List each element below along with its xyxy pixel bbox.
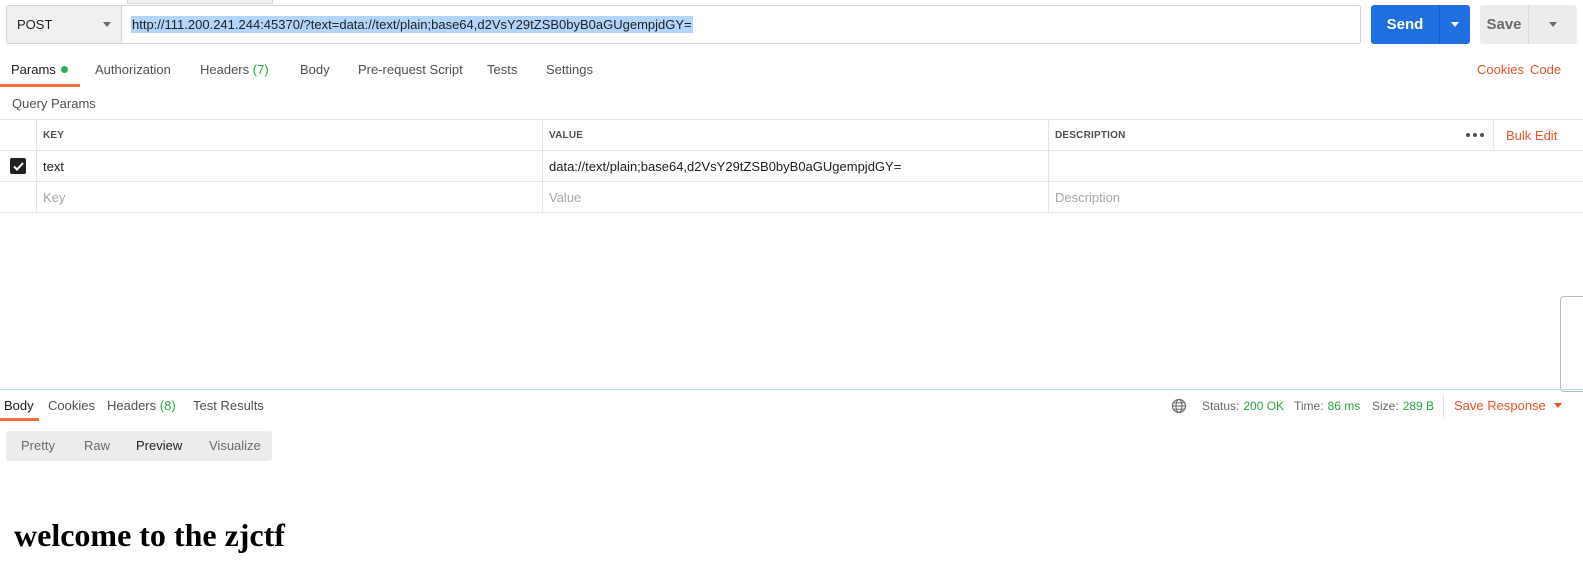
view-pretty-button[interactable]: Pretty <box>21 438 55 453</box>
code-link[interactable]: Code <box>1530 62 1561 77</box>
empty-checkbox-cell <box>0 182 36 212</box>
response-tab-test-results[interactable]: Test Results <box>193 398 264 413</box>
response-tab-cookies[interactable]: Cookies <box>48 398 95 413</box>
tab-pre-request-script[interactable]: Pre-request Script <box>358 62 463 77</box>
bulk-edit-link[interactable]: Bulk Edit <box>1493 120 1583 150</box>
time-info[interactable]: Time: 86 ms <box>1294 399 1360 413</box>
column-description: DESCRIPTION <box>1048 120 1460 150</box>
tab-params[interactable]: Params <box>11 62 68 77</box>
view-mode-bar: Pretty Raw Preview Visualize <box>6 431 272 461</box>
response-tab-headers-label: Headers <box>107 398 157 413</box>
request-tabs: Params Authorization Headers (7) Body Pr… <box>0 57 1583 87</box>
view-raw-button[interactable]: Raw <box>84 438 110 453</box>
new-description-input[interactable]: Description <box>1048 182 1460 212</box>
url-input[interactable]: http://111.200.241.244:45370/?text=data:… <box>121 5 1361 44</box>
more-options-button[interactable] <box>1460 120 1490 150</box>
params-table: KEY VALUE DESCRIPTION Bulk Edit text dat… <box>0 119 1583 213</box>
method-select[interactable]: POST <box>6 5 121 44</box>
send-options-button[interactable] <box>1440 22 1470 27</box>
param-value: data://text/plain;base64,d2VsY29tZSB0byB… <box>549 158 902 174</box>
chevron-down-icon <box>1451 22 1459 27</box>
headers-count: (7) <box>252 62 269 77</box>
param-value-input[interactable]: data://text/plain;base64,d2VsY29tZSB0byB… <box>542 151 1048 181</box>
save-options-button[interactable] <box>1529 22 1577 27</box>
pane-divider[interactable] <box>0 389 1583 390</box>
new-value-input[interactable]: Value <box>542 182 1048 212</box>
time-label: Time: <box>1294 399 1324 413</box>
save-response-label: Save Response <box>1454 398 1546 413</box>
param-key-input[interactable]: text <box>36 151 542 181</box>
new-key-input[interactable]: Key <box>36 182 542 212</box>
view-visualize-button[interactable]: Visualize <box>209 438 261 453</box>
header-checkbox-cell <box>0 120 36 150</box>
status-label: Status: <box>1202 399 1240 413</box>
active-dot-icon <box>60 66 68 73</box>
send-label: Send <box>1386 16 1424 33</box>
tab-settings[interactable]: Settings <box>546 62 593 77</box>
tab-authorization-label: Authorization <box>95 62 171 77</box>
view-preview-button[interactable]: Preview <box>136 438 182 453</box>
param-checkbox[interactable] <box>0 151 36 181</box>
save-label: Save <box>1486 16 1522 33</box>
response-headers-count: (8) <box>159 398 176 413</box>
tab-headers-label: Headers <box>200 62 250 77</box>
url-text: http://111.200.241.244:45370/?text=data:… <box>131 16 693 33</box>
request-bar: POST http://111.200.241.244:45370/?text=… <box>6 0 1577 45</box>
tab-authorization[interactable]: Authorization <box>95 62 171 77</box>
status-value: 200 OK <box>1243 399 1285 413</box>
save-response-button[interactable]: Save Response <box>1454 398 1562 413</box>
tab-settings-label: Settings <box>546 62 593 77</box>
column-key: KEY <box>36 120 542 150</box>
tab-body-label: Body <box>300 62 330 77</box>
status-info[interactable]: Status: 200 OK <box>1202 399 1284 413</box>
save-button[interactable]: Save <box>1480 5 1577 44</box>
tab-pre-request-label: Pre-request Script <box>358 62 463 77</box>
size-label: Size: <box>1372 399 1399 413</box>
time-value: 86 ms <box>1327 399 1361 413</box>
param-description-input[interactable] <box>1048 151 1460 181</box>
tab-params-label: Params <box>11 62 56 77</box>
method-label: POST <box>17 17 53 32</box>
pane-resize-handle[interactable] <box>1560 296 1583 392</box>
size-info[interactable]: Size: 289 B <box>1372 399 1434 413</box>
send-button[interactable]: Send <box>1371 5 1470 44</box>
tab-tests-label: Tests <box>487 62 518 77</box>
tab-tests[interactable]: Tests <box>487 62 517 77</box>
tab-body[interactable]: Body <box>300 62 330 77</box>
query-params-title: Query Params <box>12 96 96 111</box>
tab-headers[interactable]: Headers (7) <box>200 62 269 77</box>
active-tab-underline <box>0 84 80 87</box>
response-tab-headers[interactable]: Headers (8) <box>107 398 176 413</box>
more-icon <box>1466 133 1484 137</box>
checkmark-icon <box>10 158 26 174</box>
tab-edge <box>127 0 273 4</box>
globe-icon[interactable] <box>1171 398 1187 414</box>
response-tab-underline <box>0 418 39 421</box>
preview-heading: welcome to the zjctf <box>14 517 285 553</box>
table-header-row: KEY VALUE DESCRIPTION Bulk Edit <box>0 120 1583 151</box>
cookies-link[interactable]: Cookies <box>1477 62 1524 77</box>
chevron-down-icon <box>103 22 111 27</box>
table-row-new: Key Value Description <box>0 182 1583 213</box>
param-key: text <box>43 158 64 174</box>
chevron-down-icon <box>1553 403 1562 408</box>
table-row: text data://text/plain;base64,d2VsY29tZS… <box>0 151 1583 182</box>
meta-divider <box>1443 394 1444 418</box>
response-tab-body[interactable]: Body <box>4 398 34 413</box>
column-value: VALUE <box>542 120 1048 150</box>
size-value: 289 B <box>1402 399 1435 413</box>
chevron-down-icon <box>1549 22 1557 27</box>
